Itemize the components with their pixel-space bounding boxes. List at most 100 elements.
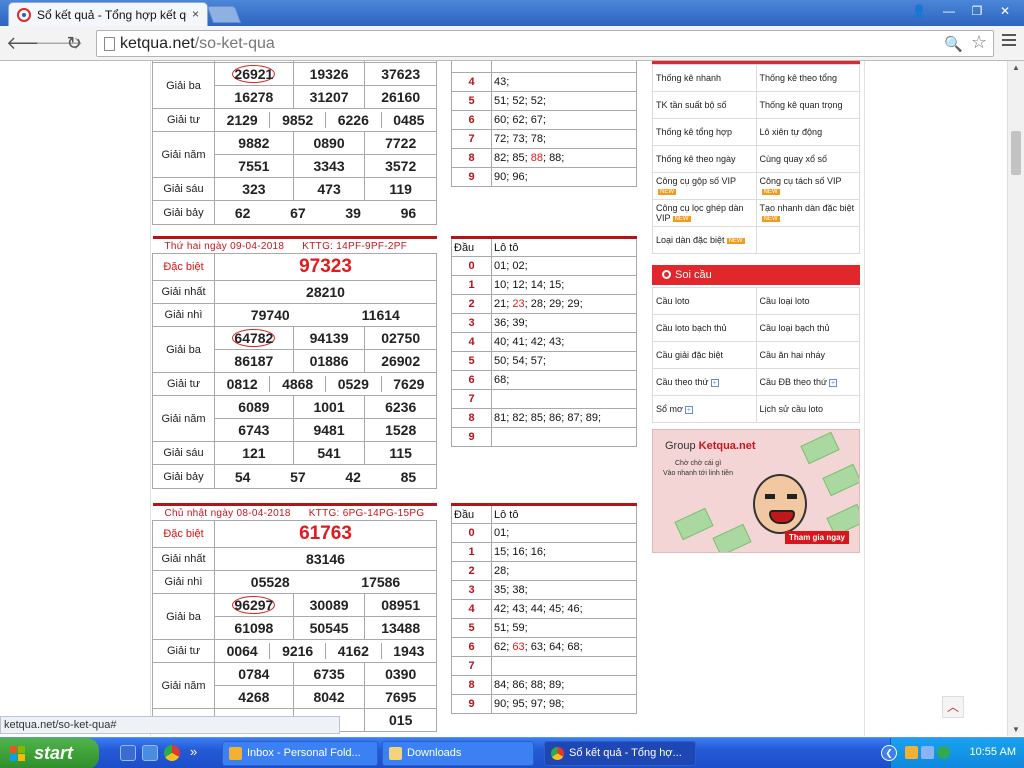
prize-value: 9481	[292, 418, 366, 442]
sidebar-link[interactable]: Cầu ĐB theo thứ +	[755, 368, 860, 396]
prize-value: 02750	[364, 326, 437, 350]
forward-arrow-icon[interactable]: 🡒	[35, 33, 83, 53]
sidebar-link[interactable]: Thống kê theo ngày	[652, 145, 757, 173]
prize-value: 31207	[292, 85, 366, 109]
sidebar-link[interactable]: Thống kê theo tổng	[755, 64, 860, 92]
label-giai-nam: Giải năm	[152, 395, 215, 442]
kttg-code: KTTG: 14PF-9PF-2PF	[302, 240, 408, 252]
prize-value: 37623	[364, 62, 437, 86]
sidebar-link[interactable]: Thống kê quan trọng	[755, 91, 860, 119]
prize-value: 9216	[269, 643, 326, 659]
sidebar-link[interactable]: Thống kê tổng hợp	[652, 118, 757, 146]
sidebar-link[interactable]: Lịch sử cầu loto	[755, 395, 860, 423]
prize-value: 0812	[215, 376, 271, 392]
scroll-down-icon[interactable]: ▼	[1012, 725, 1020, 734]
sidebar-link[interactable]: Thống kê nhanh	[652, 64, 757, 92]
prize-value: 3572	[364, 154, 437, 178]
vertical-scrollbar[interactable]: ▲ ▼	[1007, 61, 1024, 736]
expand-plus-icon[interactable]: +	[684, 406, 693, 414]
tab-close-icon[interactable]: ×	[192, 7, 199, 21]
url-text[interactable]: ketqua.net/so-ket-qua	[120, 35, 275, 53]
expand-plus-icon[interactable]: +	[710, 379, 719, 387]
prize-value: 19326	[292, 62, 366, 86]
folder-icon	[389, 747, 402, 760]
sidebar-link[interactable]: Công cụ lọc ghép dàn VIP NEW	[652, 199, 757, 227]
close-icon[interactable]: ✕	[992, 2, 1018, 20]
network-tray-icon[interactable]	[921, 746, 934, 759]
sidebar-link[interactable]: Cùng quay xổ số	[755, 145, 860, 173]
taskbar-item-chrome[interactable]: Sổ kết quả - Tổng hợ...	[544, 741, 696, 766]
sidebar-link[interactable]: Lô xiên tự động	[755, 118, 860, 146]
banner-title: Group Ketqua.net	[665, 440, 756, 452]
expand-plus-icon[interactable]: +	[829, 379, 838, 387]
soi-cau-heading: Soi cầu	[652, 265, 860, 285]
sidebar-link[interactable]: Cầu giải đặc biệt	[652, 341, 757, 369]
chrome-quicklaunch-icon[interactable]	[164, 745, 180, 761]
sidebar-link[interactable]: Tạo nhanh dàn đặc biệtNEW	[755, 199, 860, 227]
user-icon[interactable]: 👤	[904, 2, 934, 20]
join-now-button[interactable]: Tham gia ngay	[784, 531, 849, 544]
sidebar-thongke: Thống kê nhanh Thống kê theo tổng TK tần…	[652, 61, 860, 254]
new-badge: NEW	[672, 215, 691, 222]
back-arrow-icon[interactable]: 🡐	[6, 33, 54, 53]
menu-icon[interactable]	[1002, 34, 1016, 49]
sidebar-link[interactable]: Cầu loại bạch thủ	[755, 314, 860, 342]
security-tray-icon[interactable]	[937, 746, 950, 759]
maximize-icon[interactable]: ❐	[964, 2, 990, 20]
label-giai-tu: Giải tư	[152, 108, 215, 132]
more-quicklaunch-icon[interactable]: »	[190, 744, 197, 759]
label-giai-nam: Giải năm	[152, 662, 215, 709]
result-table-partial: Giải ba 26921 19326 37623 16278 31207 26…	[152, 61, 437, 225]
label-giai-nhi: Giải nhì	[152, 303, 215, 327]
loto-table-partial: 4 43; 5 51; 52; 52; 6 60; 62; 67; 7 72; 73; …	[451, 61, 637, 187]
sidebar-link[interactable]: Cầu loại loto	[755, 287, 860, 315]
reload-icon[interactable]: ↻	[63, 33, 85, 53]
first-prize: 83146	[214, 547, 437, 571]
status-bar: ketqua.net/so-ket-qua#	[0, 716, 340, 734]
start-button[interactable]: start	[0, 738, 99, 768]
sidebar-link[interactable]: Cầu ăn hai nháy	[755, 341, 860, 369]
browser-tab-active[interactable]: Sổ kết quả - Tổng hợp kết qu ×	[8, 2, 208, 26]
sidebar-link[interactable]: Cầu theo thứ +	[652, 368, 757, 396]
sidebar-link[interactable]: Công cụ gộp số VIP NEW	[652, 172, 757, 200]
sidebar-link[interactable]: Sổ mơ +	[652, 395, 757, 423]
minimize-icon[interactable]: —	[936, 2, 962, 20]
sidebar-link[interactable]: Cầu loto bạch thủ	[652, 314, 757, 342]
prize-value: 57	[290, 468, 306, 485]
prize-value: 9882	[214, 131, 294, 155]
sidebar-link[interactable]: Loại dàn đặc biệt NEW	[652, 226, 757, 254]
prize-value: 0890	[292, 131, 366, 155]
taskbar-item-downloads[interactable]: Downloads	[382, 741, 534, 766]
outlook-tray-icon[interactable]	[905, 746, 918, 759]
label-giai-nam: Giải năm	[152, 131, 215, 178]
loto-table-08-04-2018: Đầu Lô tô 0 01; 1 15; 16; 16; 2 28; 3 35; 38;…	[451, 503, 637, 714]
sidebar-link[interactable]: Công cụ tách số VIP NEW	[755, 172, 860, 200]
sidebar-link[interactable]: Cầu loto	[652, 287, 757, 315]
address-bar[interactable]: ketqua.net/so-ket-qua 🔍 ☆	[96, 30, 994, 57]
scroll-up-icon[interactable]: ▲	[1012, 63, 1020, 72]
label-giai-nhat: Giải nhất	[152, 547, 215, 571]
group-banner[interactable]: Group Ketqua.net Chờ chờ cái gì Vào nhan…	[652, 429, 860, 553]
prize-value: 6236	[364, 395, 437, 419]
money-bill-icon	[712, 523, 752, 552]
prize-value: 6089	[214, 395, 294, 419]
zoom-icon[interactable]: 🔍	[944, 35, 963, 53]
sidebar-link[interactable]: TK tần suất bộ số	[652, 91, 757, 119]
show-desktop-icon[interactable]	[120, 745, 136, 761]
prize-value: 473	[292, 177, 366, 201]
new-tab-button[interactable]	[206, 6, 242, 23]
outlook-quicklaunch-icon[interactable]	[142, 745, 158, 761]
prize-value: 541	[292, 441, 366, 465]
star-icon[interactable]: ☆	[971, 32, 987, 53]
prize-value: 015	[364, 708, 437, 732]
taskbar-item-inbox[interactable]: Inbox - Personal Fold...	[222, 741, 378, 766]
prize-value: 17586	[361, 574, 401, 590]
scroll-thumb[interactable]	[1011, 131, 1021, 175]
label-giai-nhat: Giải nhất	[152, 280, 215, 304]
taskbar-clock[interactable]: 10:55 AM	[970, 746, 1016, 758]
tray-collapse-icon[interactable]: ❮	[881, 745, 897, 761]
browser-titlebar: Sổ kết quả - Tổng hợp kết qu × 👤 — ❐ ✕	[0, 0, 1024, 26]
draw-date: Chủ nhật ngày 08-04-2018	[164, 507, 291, 519]
back-to-top-button[interactable]: ︿	[942, 696, 964, 718]
prize-value: 64782	[214, 326, 294, 350]
